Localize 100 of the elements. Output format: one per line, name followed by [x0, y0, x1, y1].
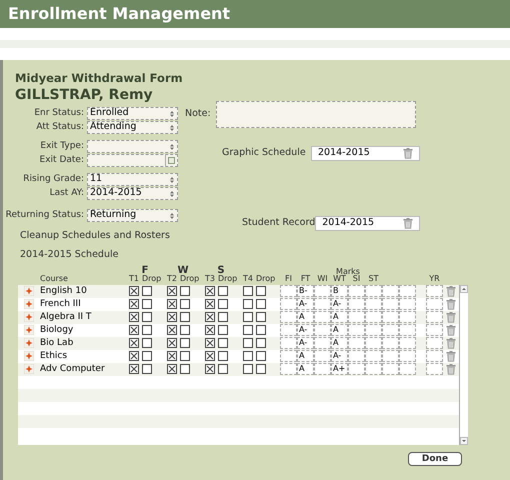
checkbox[interactable]	[167, 299, 177, 310]
checkbox[interactable]	[180, 364, 190, 374]
mark-field[interactable]: A-	[331, 350, 348, 362]
student-record-field[interactable]: 2014-2015	[315, 216, 420, 231]
yr-field[interactable]	[426, 337, 443, 350]
trash-icon[interactable]	[446, 338, 456, 349]
checkbox[interactable]	[205, 338, 215, 348]
mark-field[interactable]	[382, 311, 399, 324]
checkbox[interactable]	[180, 312, 190, 322]
checkbox[interactable]	[243, 312, 253, 322]
mark-field[interactable]	[314, 285, 331, 298]
mark-field[interactable]: A	[331, 337, 348, 350]
mark-field[interactable]	[314, 363, 331, 376]
graphic-schedule-field[interactable]: 2014-2015	[311, 146, 420, 161]
calendar-icon[interactable]	[165, 155, 177, 166]
trash-icon[interactable]	[446, 324, 456, 336]
mark-field[interactable]	[365, 337, 382, 350]
checkbox[interactable]	[243, 338, 253, 348]
checkbox[interactable]	[167, 364, 177, 374]
checkbox[interactable]	[205, 351, 215, 362]
mark-field[interactable]	[314, 324, 331, 336]
mark-field[interactable]	[399, 337, 416, 350]
checkbox[interactable]	[243, 286, 253, 296]
checkbox[interactable]	[129, 312, 139, 322]
mark-field[interactable]: B	[331, 285, 348, 298]
trash-icon[interactable]	[446, 298, 456, 310]
mark-field[interactable]	[348, 311, 365, 324]
checkbox[interactable]	[205, 325, 215, 336]
mark-field[interactable]	[382, 337, 399, 350]
yr-field[interactable]	[426, 285, 443, 298]
mark-field[interactable]: A-	[297, 298, 314, 310]
checkbox[interactable]	[205, 364, 215, 374]
mark-field[interactable]	[348, 337, 365, 350]
checkbox[interactable]	[256, 364, 266, 374]
mark-field[interactable]	[382, 363, 399, 376]
mark-field[interactable]	[348, 363, 365, 376]
scroll-down-icon[interactable]	[460, 436, 468, 444]
checkbox[interactable]	[243, 299, 253, 310]
checkbox[interactable]	[256, 299, 266, 310]
checkbox[interactable]	[243, 351, 253, 362]
mark-field[interactable]: A	[297, 311, 314, 324]
mark-field[interactable]	[314, 337, 331, 350]
checkbox[interactable]	[180, 286, 190, 296]
checkbox[interactable]	[142, 299, 152, 310]
mark-field[interactable]	[348, 350, 365, 362]
checkbox[interactable]	[167, 312, 177, 322]
mark-field[interactable]: A+	[331, 363, 348, 376]
checkbox[interactable]	[142, 338, 152, 348]
checkbox[interactable]	[167, 286, 177, 296]
checkbox[interactable]	[180, 351, 190, 362]
trash-icon[interactable]	[446, 364, 456, 375]
select-field[interactable]: Attending	[87, 121, 178, 134]
checkbox[interactable]	[129, 364, 139, 374]
mark-field[interactable]	[365, 324, 382, 336]
checkbox[interactable]	[180, 338, 190, 348]
date-field[interactable]	[87, 154, 178, 167]
yr-field[interactable]	[426, 350, 443, 362]
select-field[interactable]: Returning	[87, 209, 178, 222]
checkbox[interactable]	[243, 364, 253, 374]
yr-field[interactable]	[426, 311, 443, 324]
checkbox[interactable]	[218, 364, 228, 374]
mark-field[interactable]	[365, 311, 382, 324]
mark-field[interactable]: B-	[297, 285, 314, 298]
mark-field[interactable]	[314, 298, 331, 310]
checkbox[interactable]	[218, 312, 228, 322]
mark-field[interactable]	[399, 363, 416, 376]
mark-field[interactable]	[280, 350, 297, 362]
mark-field[interactable]	[399, 350, 416, 362]
mark-field[interactable]	[382, 350, 399, 362]
mark-field[interactable]	[399, 311, 416, 324]
mark-field[interactable]: A	[297, 350, 314, 362]
mark-field[interactable]	[314, 350, 331, 362]
mark-field[interactable]: A-	[331, 298, 348, 310]
mark-field[interactable]: A	[331, 311, 348, 324]
mark-field[interactable]: A-	[297, 337, 314, 350]
checkbox[interactable]	[256, 325, 266, 336]
checkbox[interactable]	[180, 325, 190, 336]
checkbox[interactable]	[218, 351, 228, 362]
trash-icon[interactable]	[446, 286, 456, 297]
mark-field[interactable]	[382, 298, 399, 310]
checkbox[interactable]	[142, 364, 152, 374]
mark-field[interactable]	[348, 285, 365, 298]
mark-field[interactable]	[365, 363, 382, 376]
mark-field[interactable]	[280, 311, 297, 324]
checkbox[interactable]	[167, 338, 177, 348]
checkbox[interactable]	[218, 299, 228, 310]
checkbox[interactable]	[142, 325, 152, 336]
mark-field[interactable]: A	[331, 324, 348, 336]
checkbox[interactable]	[142, 312, 152, 322]
mark-field[interactable]	[280, 285, 297, 298]
select-field[interactable]: Enrolled	[87, 107, 178, 120]
checkbox[interactable]	[129, 351, 139, 362]
mark-field[interactable]	[280, 363, 297, 376]
mark-field[interactable]	[280, 337, 297, 350]
note-field[interactable]	[216, 101, 416, 128]
checkbox[interactable]	[243, 325, 253, 336]
mark-field[interactable]	[365, 350, 382, 362]
select-field[interactable]: 2014-2015	[87, 187, 178, 200]
select-field[interactable]	[87, 140, 178, 153]
checkbox[interactable]	[180, 299, 190, 310]
